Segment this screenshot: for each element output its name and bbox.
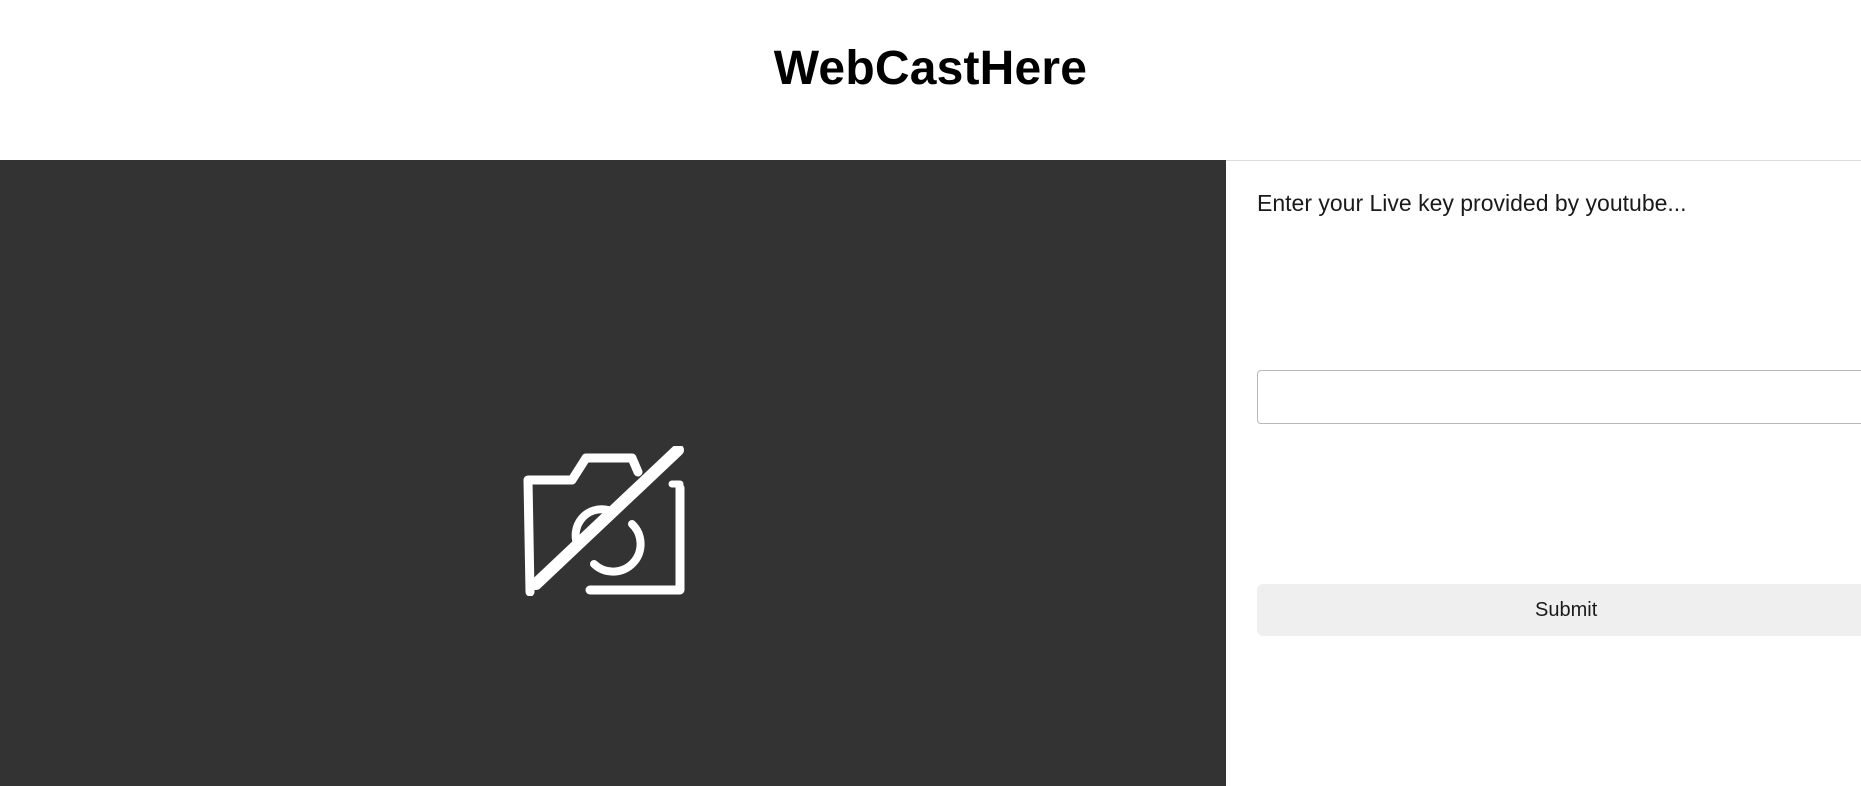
app-title: WebCastHere <box>773 41 1088 95</box>
app-header: WebCastHere <box>0 0 1861 160</box>
submit-button[interactable]: Submit <box>1257 584 1861 636</box>
stream-key-panel <box>1226 161 1861 786</box>
live-key-input[interactable] <box>1257 370 1861 424</box>
camera-off-icon <box>523 446 685 596</box>
live-key-prompt: Enter your Live key provided by youtube.… <box>1257 190 1687 216</box>
